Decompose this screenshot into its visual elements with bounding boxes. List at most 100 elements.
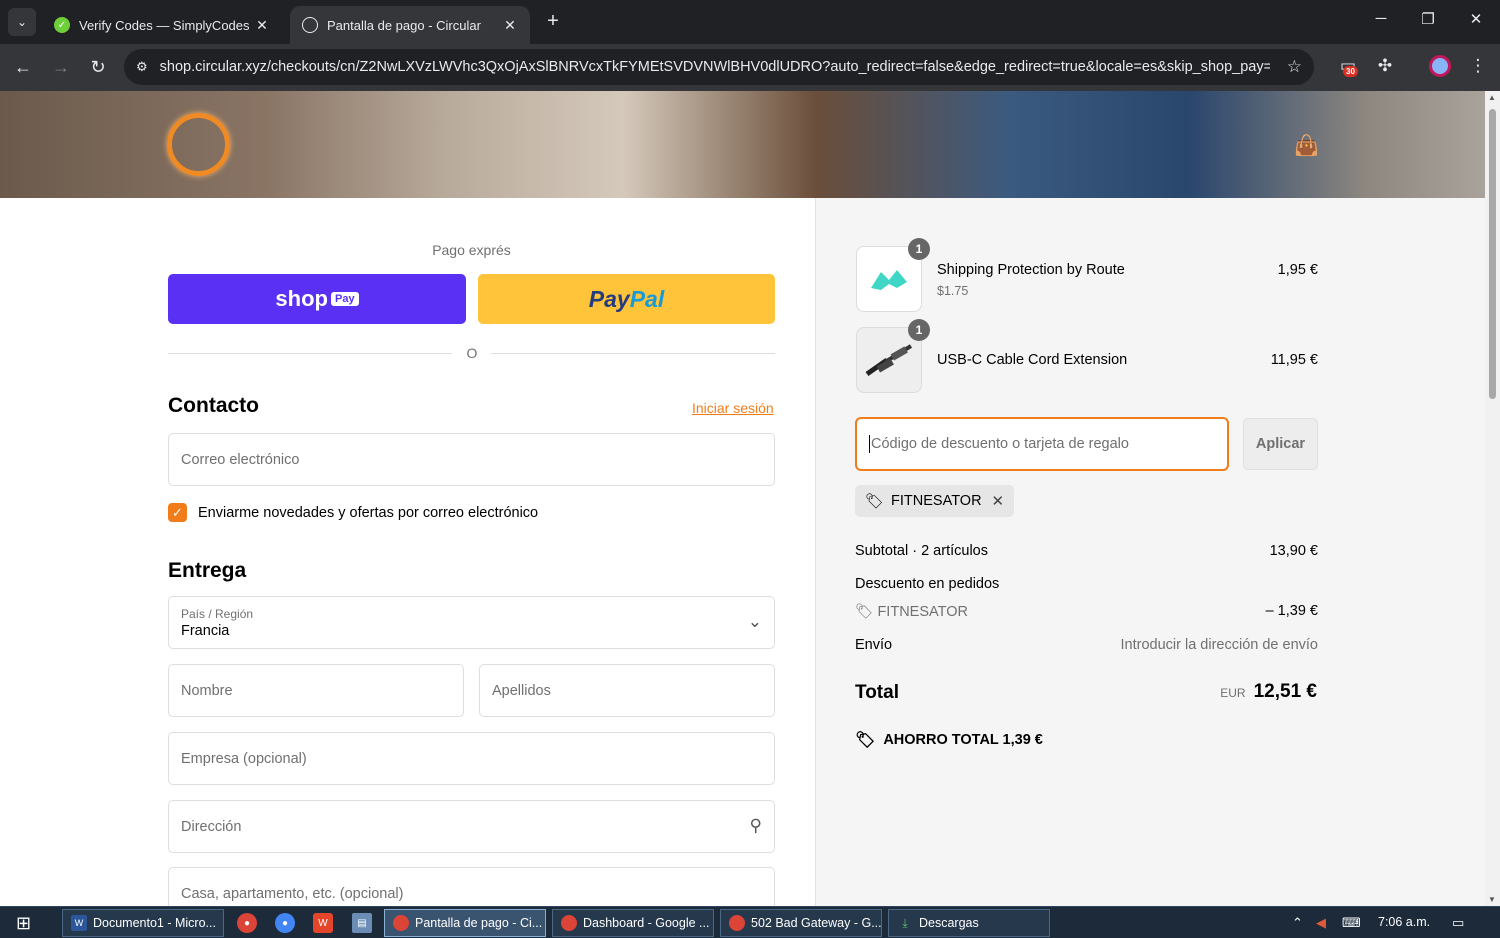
express-checkout-label: Pago exprés [432,242,511,258]
header-banner: 👜 [0,91,1485,198]
subtotal-label: Subtotal · 2 artículos [855,543,988,559]
clock[interactable]: 7:06 a.m. [1378,915,1430,929]
first-name-field[interactable]: Nombre [168,664,464,717]
line-item: 1 USB-C Cable Cord Extension 11,95 € [856,319,1318,393]
paypal-logo-part2: Pal [629,285,665,312]
paypal-button[interactable]: Pay Pal [478,274,775,324]
chrome-icon [729,915,745,931]
remove-discount-icon[interactable]: ✕ [992,492,1005,510]
extension-badge: 30 [1343,66,1358,77]
shop-pay-button[interactable]: shop Pay [168,274,466,324]
new-tab-button[interactable]: + [542,10,564,33]
circular-logo[interactable] [167,113,230,176]
scroll-up-arrow-icon[interactable]: ▲ [1488,93,1496,102]
country-select[interactable]: País / Región Francia ⌄ [168,596,775,649]
newsletter-checkbox[interactable]: ✓ [168,503,187,522]
address-placeholder: Dirección [181,818,242,835]
country-label: País / Región [181,606,254,621]
order-discount-code-row: 🏷 FITNESATOR – 1,39 € [855,603,1318,620]
notepad-icon[interactable]: ▤ [352,913,372,933]
task-label: Pantalla de pago - Ci... [415,916,543,930]
volume-muted-icon[interactable]: ◀ [1316,915,1326,931]
chrome-profile-icon[interactable]: ● [275,913,295,933]
scrollbar-thumb[interactable] [1489,109,1496,399]
minimize-icon[interactable]: ─ [1366,10,1396,27]
address-field[interactable]: Dirección ⚲ [168,800,775,853]
contact-heading: Contacto [168,394,259,417]
browser-toolbar: ← → ↻ ⚙ shop.circular.xyz/checkouts/cn/Z… [0,44,1500,91]
task-label: Dashboard - Google ... [583,916,710,930]
last-name-field[interactable]: Apellidos [479,664,775,717]
restore-icon[interactable]: ❐ [1413,10,1443,28]
reload-icon[interactable]: ↻ [85,54,111,80]
email-field[interactable]: Correo electrónico [168,433,775,486]
taskbar-word[interactable]: W Documento1 - Micro... [62,909,224,937]
total-label: Total [855,682,899,703]
start-grid-icon[interactable]: ⊞ [16,913,31,934]
apartment-field[interactable]: Casa, apartamento, etc. (opcional) [168,867,775,906]
bookmark-star-icon[interactable]: ☆ [1287,57,1302,77]
tab-verify-codes[interactable]: ✓ Verify Codes — SimplyCodes ✕ [42,6,282,44]
shipping-value: Introducir la dirección de envío [1120,637,1318,653]
quantity-badge: 1 [908,319,930,341]
globe-favicon-icon [302,17,318,33]
taskbar-bad-gateway[interactable]: 502 Bad Gateway - G... [720,909,882,937]
page-scrollbar[interactable]: ▲ ▼ [1485,91,1500,906]
order-discount-row: Descuento en pedidos [855,576,1318,592]
shipping-label: Envío [855,637,893,653]
newsletter-row[interactable]: ✓ Enviarme novedades y ofertas por corre… [168,503,538,522]
divider-or: O [466,345,478,361]
url-text[interactable]: shop.circular.xyz/checkouts/cn/Z2NwLXVzL… [160,59,1270,75]
shipping-row: Envío Introducir la dirección de envío [855,637,1318,653]
last-name-placeholder: Apellidos [492,682,551,699]
shopping-bag-icon[interactable]: 👜 [1294,133,1319,158]
divider-line-left [168,353,452,354]
apply-discount-button[interactable]: Aplicar [1243,418,1318,470]
scroll-down-arrow-icon[interactable]: ▼ [1488,895,1496,904]
order-discount-label: Descuento en pedidos [855,576,1000,592]
shoppay-brand: shop [275,286,328,311]
delivery-heading: Entrega [168,559,247,582]
tab-checkout[interactable]: Pantalla de pago - Circular ✕ [290,6,530,44]
task-label: Descargas [919,916,979,930]
profile-avatar[interactable] [1429,55,1451,77]
paypal-logo-part1: Pay [588,285,630,312]
browser-menu-icon[interactable]: ⋮ [1465,56,1491,80]
close-tab-icon[interactable]: ✕ [254,17,270,34]
close-window-icon[interactable]: ✕ [1461,10,1491,28]
chrome-icon[interactable]: ● [237,913,257,933]
checkout-form: Pago exprés shop Pay Pay Pal O Contacto I… [0,198,815,906]
divider-line-right [491,353,775,354]
tag-icon: 🏷 [855,732,876,749]
order-discount-value: – 1,39 € [1265,603,1318,619]
download-icon: ⤓ [902,915,908,930]
forward-icon[interactable]: → [48,54,74,80]
applied-code: FITNESATOR [891,493,982,509]
site-info-icon[interactable]: ⚙ [136,59,148,75]
back-icon[interactable]: ← [10,54,36,80]
discount-code-input[interactable]: Código de descuento o tarjeta de regalo [855,417,1229,471]
address-bar[interactable]: ⚙ shop.circular.xyz/checkouts/cn/Z2NwLXV… [124,49,1314,85]
tab-search-button[interactable]: ⌄ [8,8,36,36]
word-icon: W [71,915,87,931]
company-field[interactable]: Empresa (opcional) [168,732,775,785]
login-link[interactable]: Iniciar sesión [692,400,774,416]
extensions-puzzle-icon[interactable]: ✣ [1372,56,1398,80]
taskbar-downloads[interactable]: ⤓ Descargas [888,909,1050,937]
notifications-icon[interactable]: ▭ [1452,915,1464,931]
simplycodes-favicon-icon: ✓ [54,17,70,33]
text-caret [869,435,870,453]
chrome-icon [393,915,409,931]
taskbar-checkout[interactable]: Pantalla de pago - Ci... [384,909,546,937]
browser-tabbar: ⌄ ✓ Verify Codes — SimplyCodes ✕ Pantall… [0,0,1500,44]
tray-chevron-up-icon[interactable]: ⌃ [1292,915,1303,931]
task-label: Documento1 - Micro... [93,916,216,930]
total-value: EUR 12,51 € [1220,681,1317,703]
office-icon[interactable]: W [313,913,333,933]
first-name-placeholder: Nombre [181,682,233,699]
savings-text: AHORRO TOTAL 1,39 € [883,732,1043,748]
taskbar-dashboard[interactable]: Dashboard - Google ... [552,909,714,937]
keyboard-icon[interactable]: ⌨ [1342,915,1361,931]
newsletter-label: Enviarme novedades y ofertas por correo … [198,504,539,521]
close-tab-icon[interactable]: ✕ [502,17,518,34]
